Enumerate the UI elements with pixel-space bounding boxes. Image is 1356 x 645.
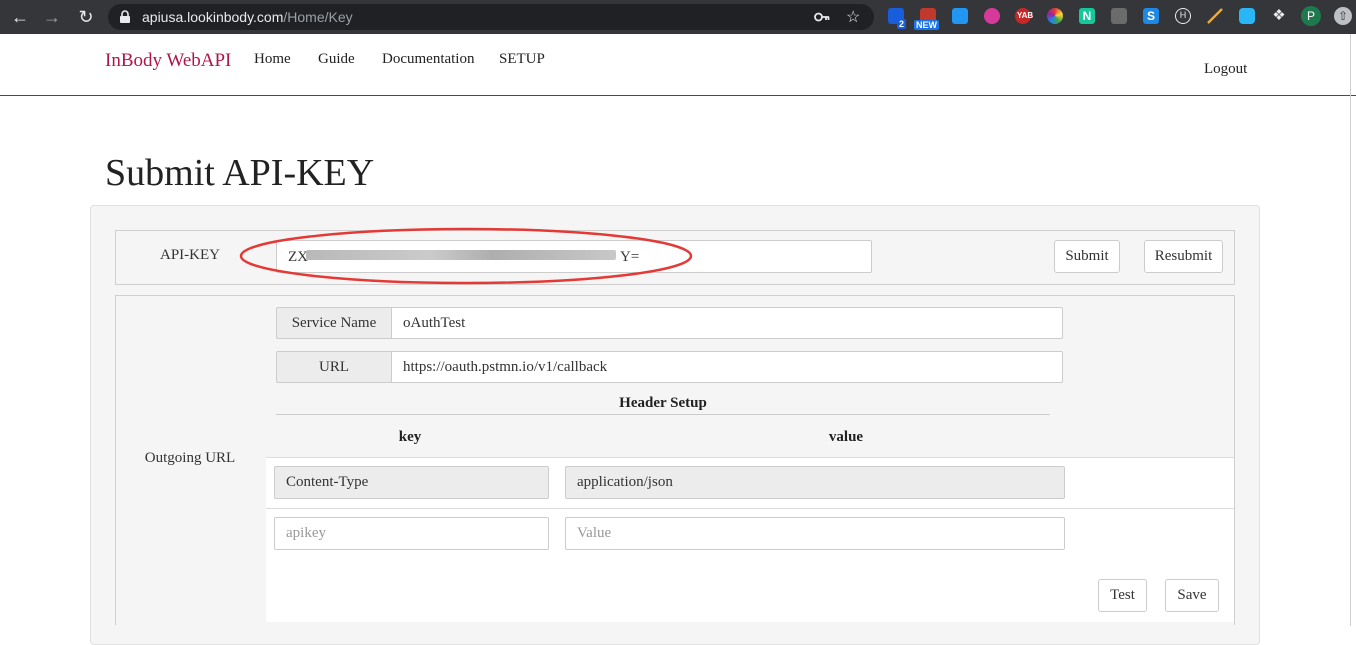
api-key-value-start: ZX — [288, 249, 308, 265]
header-setup-title: Header Setup — [619, 395, 707, 411]
nav-link-setup[interactable]: SETUP — [499, 51, 545, 68]
nav-link-guide[interactable]: Guide — [318, 51, 355, 68]
service-name-input[interactable] — [391, 307, 1063, 339]
save-button[interactable]: Save — [1165, 579, 1219, 612]
lock-icon — [120, 10, 130, 23]
header-setup-divider — [276, 414, 1050, 415]
column-header-value: value — [828, 429, 864, 445]
camera-extension-icon[interactable] — [1239, 8, 1255, 24]
column-header-key: key — [398, 429, 422, 445]
url-path: /Home/Key — [283, 9, 353, 25]
reader-extension-icon[interactable] — [1111, 8, 1127, 24]
header-key-input[interactable] — [274, 466, 549, 499]
trello-extension-icon[interactable] — [952, 8, 968, 24]
password-key-icon[interactable] — [814, 10, 830, 24]
bookmark-star-icon[interactable]: ☆ — [846, 7, 860, 27]
table-row-divider — [266, 508, 1234, 509]
new-header-value-input[interactable] — [565, 517, 1065, 550]
s-extension-icon[interactable]: S — [1143, 8, 1159, 24]
new-header-key-input[interactable] — [274, 517, 549, 550]
pen-extension-icon[interactable] — [1207, 8, 1223, 24]
api-key-value-end: Y= — [620, 249, 640, 265]
color-picker-extension-icon[interactable] — [1047, 8, 1063, 24]
nav-link-home[interactable]: Home — [254, 51, 291, 68]
forward-arrow-icon[interactable]: → — [42, 7, 62, 27]
service-name-label: Service Name — [276, 307, 392, 339]
nav-link-documentation[interactable]: Documentation — [382, 51, 474, 68]
back-arrow-icon[interactable]: ← — [10, 7, 30, 27]
test-button[interactable]: Test — [1098, 579, 1147, 612]
circle-extension-icon[interactable] — [984, 8, 1000, 24]
scrollbar-track[interactable] — [1350, 34, 1351, 626]
outgoing-url-label: Outgoing URL — [144, 450, 236, 466]
brand-logo-text[interactable]: InBody WebAPI — [105, 50, 231, 72]
browser-toolbar: ← → ↻ apiusa.lookinbody.com/Home/Key ☆ 2… — [0, 0, 1356, 34]
header-value-input[interactable] — [565, 466, 1065, 499]
redaction-mask — [306, 250, 616, 260]
api-key-label: API-KEY — [160, 247, 220, 263]
site-navbar: InBody WebAPI Home Guide Documentation S… — [0, 34, 1356, 96]
bitwarden-badge: 2 — [897, 19, 907, 29]
h-extension-icon[interactable]: H — [1175, 8, 1191, 24]
url-label: URL — [276, 351, 392, 383]
submit-button[interactable]: Submit — [1054, 240, 1120, 273]
puzzle-extensions-icon[interactable]: ❖ — [1271, 8, 1287, 24]
profile-avatar[interactable]: P — [1301, 6, 1321, 26]
page-title: Submit API-KEY — [105, 152, 375, 194]
address-bar[interactable]: apiusa.lookinbody.com/Home/Key ☆ — [108, 4, 874, 30]
address-url: apiusa.lookinbody.com/Home/Key — [142, 9, 353, 25]
update-icon[interactable]: ⇧ — [1334, 7, 1352, 25]
url-input[interactable] — [391, 351, 1063, 383]
yab-label: YAB — [1017, 11, 1034, 20]
new-badge: NEW — [914, 20, 939, 30]
logout-link[interactable]: Logout — [1204, 61, 1247, 78]
resubmit-button[interactable]: Resubmit — [1144, 240, 1223, 273]
notion-extension-icon[interactable]: N — [1079, 8, 1095, 24]
url-host: apiusa.lookinbody.com — [142, 9, 284, 25]
reload-icon[interactable]: ↻ — [76, 7, 96, 27]
